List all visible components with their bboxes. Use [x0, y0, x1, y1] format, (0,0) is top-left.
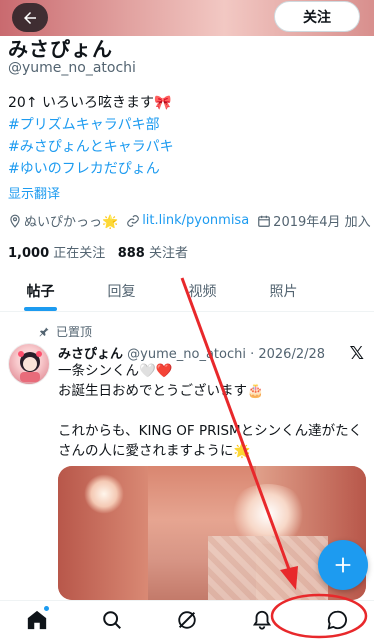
location-text: ぬいぴかっっ🌟 [24, 215, 119, 230]
pin-icon [39, 327, 49, 336]
nav-home[interactable] [17, 601, 57, 639]
joined-item: 2019年4月 加入 › [257, 211, 374, 230]
tweet-text[interactable]: 一条シンくん🤍❤️ お誕生日おめでとうございます🎂 これからも、KING OF … [58, 361, 364, 461]
link-icon [127, 214, 139, 227]
nav-notifications[interactable] [242, 601, 282, 639]
tweet-line: これからも、KING OF PRISMとシンくん達がたくさんの人に愛されますよう… [58, 423, 363, 459]
pinned-indicator: 已置顶 [38, 323, 92, 340]
bio-hashtag[interactable]: #みさぴょんとキャラパキ [8, 136, 174, 158]
search-icon [103, 611, 122, 629]
following-count[interactable]: 1,000 [8, 246, 49, 261]
grok-icon [178, 611, 196, 629]
bottom-navigation [0, 600, 374, 639]
compose-button[interactable] [318, 540, 368, 590]
profile-meta: ぬいぴかっっ🌟 lit.link/pyonmisa 2019年4月 加入 › [8, 211, 374, 230]
profile-name: みさぴょん [8, 37, 113, 61]
calendar-icon [258, 215, 271, 227]
image-chandelier [84, 474, 124, 514]
followers-label[interactable]: 关注者 [149, 246, 188, 261]
profile-handle: @yume_no_atochi [8, 60, 136, 76]
bio-hashtag[interactable]: #ゆいのフレカだぴょん [8, 158, 174, 180]
profile-tabs: 帖子 回复 视频 照片 [0, 268, 374, 312]
bio-hashtag[interactable]: #プリズムキャラパキ部 [8, 114, 174, 136]
arrow-left-icon [24, 11, 36, 24]
website-link[interactable]: lit.link/pyonmisa [142, 213, 249, 228]
image-chandelier [228, 484, 308, 544]
tab-posts[interactable]: 帖子 [0, 268, 81, 311]
profile-bio: 20↑ いろいろ呟きます🎀 #プリズムキャラパキ部 #みさぴょんとキャラパキ #… [8, 92, 174, 180]
nav-search[interactable] [92, 601, 132, 639]
messages-icon [327, 610, 347, 630]
image-wall-pattern [208, 536, 328, 600]
tweet-date: · 2026/2/28 [250, 347, 326, 362]
tweet-media-image[interactable] [58, 466, 366, 600]
tab-replies[interactable]: 回复 [81, 268, 162, 311]
tweet-header: みさぴょん @yume_no_atochi · 2026/2/28 [58, 343, 325, 362]
website-item[interactable]: lit.link/pyonmisa [126, 213, 249, 228]
tab-photos[interactable]: 照片 [243, 268, 324, 311]
followers-count[interactable]: 888 [118, 246, 145, 261]
location-icon [10, 214, 20, 228]
following-label[interactable]: 正在关注 [53, 246, 105, 261]
back-button[interactable] [12, 3, 48, 32]
follow-button[interactable]: 关注 [274, 1, 360, 32]
pinned-label: 已置顶 [56, 325, 93, 339]
tweet-handle[interactable]: @yume_no_atochi [127, 347, 246, 362]
tweet-author[interactable]: みさぴょん [58, 347, 123, 362]
notifications-icon [252, 610, 271, 630]
plus-icon [335, 557, 351, 573]
tweet-line: 一条シンくん🤍❤️ [58, 363, 173, 379]
tab-videos[interactable]: 视频 [162, 268, 243, 311]
home-icon [28, 610, 47, 630]
follow-counts: 1,000 正在关注 888 关注者 [8, 242, 188, 261]
joined-text: 2019年4月 加入 [273, 215, 371, 230]
unread-dot [44, 605, 50, 611]
tweet-line: お誕生日おめでとうございます🎂 [58, 383, 264, 399]
nav-messages[interactable] [317, 601, 357, 639]
tweet-avatar[interactable] [8, 343, 50, 385]
bio-line: 20↑ いろいろ呟きます🎀 [8, 95, 172, 111]
avatar-image [18, 351, 42, 382]
nav-grok[interactable] [167, 601, 207, 639]
show-translation-link[interactable]: 显示翻译 [8, 183, 60, 202]
location-item: ぬいぴかっっ🌟 [8, 211, 118, 230]
